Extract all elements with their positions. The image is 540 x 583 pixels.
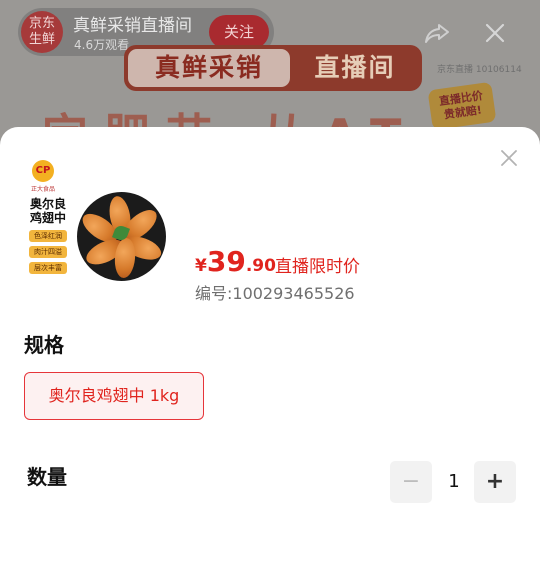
product-image-name: 奥尔良鸡翅中	[30, 197, 67, 225]
live-banner: 真鲜采销 直播间	[124, 45, 422, 91]
quantity-value[interactable]: 1	[436, 461, 472, 503]
close-icon[interactable]	[484, 22, 506, 44]
product-tag: 肉汁四溢	[29, 246, 67, 258]
price-decimal: .90	[245, 256, 276, 276]
spec-title: 规格	[24, 333, 64, 357]
price-label: 直播限时价	[275, 257, 360, 277]
quantity-plus-button[interactable]: +	[474, 461, 516, 503]
spec-option-selected[interactable]: 奥尔良鸡翅中 1kg	[24, 372, 204, 420]
avatar-text-line1: 京东	[28, 16, 55, 31]
banner-right-text: 直播间	[314, 53, 396, 82]
follow-button[interactable]: 关注	[209, 15, 269, 49]
price-currency: ¥	[195, 256, 207, 276]
product-tag: 色泽红润	[29, 230, 67, 242]
product-tag: 层次丰富	[29, 262, 67, 274]
price-integer: 39	[206, 245, 246, 278]
shop-id: 京东直播 10106114	[437, 65, 522, 75]
close-icon[interactable]	[498, 147, 520, 169]
product-price: ¥39.90	[195, 245, 276, 278]
streamer-avatar[interactable]: 京东 生鲜	[21, 11, 63, 53]
share-icon[interactable]	[423, 21, 451, 45]
brand-name: 正大食品	[31, 186, 56, 193]
live-room-title: 真鲜采销直播间	[73, 16, 192, 36]
quantity-title: 数量	[27, 465, 67, 489]
brand-logo: CP	[32, 160, 54, 182]
avatar-text-line2: 生鲜	[28, 32, 55, 47]
quantity-minus-button[interactable]: −	[390, 461, 432, 503]
product-sku: 编号:100293465526	[195, 284, 355, 303]
banner-left-text: 真鲜采销	[128, 49, 290, 87]
viewer-count: 4.6万观看	[74, 38, 130, 52]
